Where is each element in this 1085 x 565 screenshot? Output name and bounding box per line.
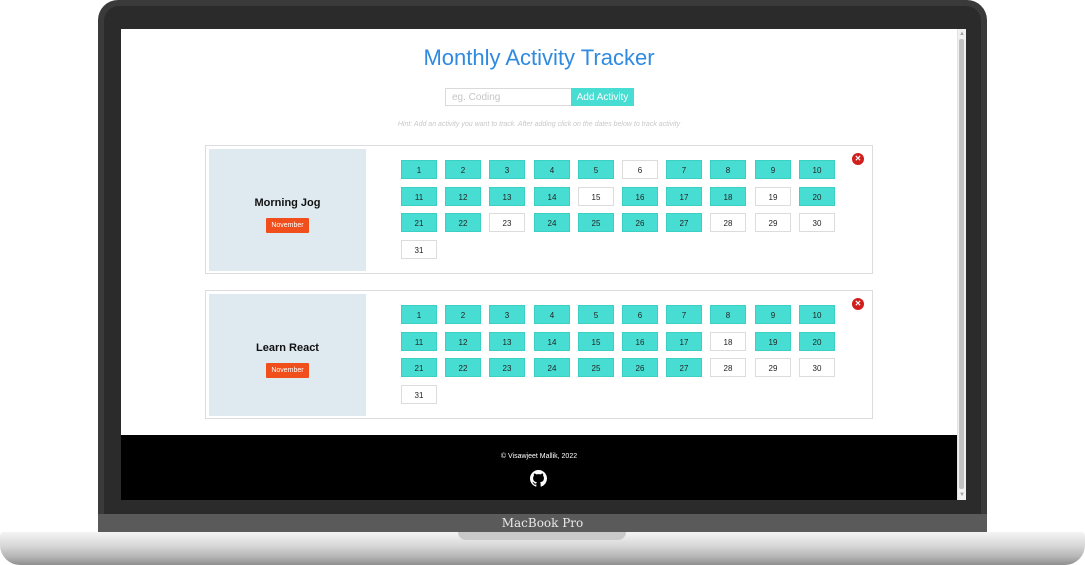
day-cell[interactable]: 6 bbox=[622, 160, 658, 179]
day-cell[interactable]: 30 bbox=[799, 358, 835, 377]
activity-name: Learn React bbox=[256, 342, 319, 354]
footer: © Visawjeet Mallik, 2022 bbox=[121, 435, 957, 500]
day-cell[interactable]: 27 bbox=[666, 358, 702, 377]
day-cell[interactable]: 16 bbox=[622, 332, 658, 351]
day-cell[interactable]: 11 bbox=[401, 187, 437, 206]
day-cell[interactable]: 16 bbox=[622, 187, 658, 206]
device-brand: MacBook Pro bbox=[501, 516, 584, 530]
day-cell[interactable]: 28 bbox=[710, 213, 746, 232]
day-cell[interactable]: 12 bbox=[445, 332, 481, 351]
day-cell[interactable]: 30 bbox=[799, 213, 835, 232]
hint-text: Hint: Add an activity you want to track.… bbox=[397, 121, 681, 128]
day-cell[interactable]: 5 bbox=[578, 305, 614, 324]
day-cell[interactable]: 3 bbox=[489, 305, 525, 324]
browser-viewport: Monthly Activity Tracker Add Activity Hi… bbox=[121, 29, 966, 500]
activity-card-learn-react: Learn React November 1 2 3 4 5 6 7 8 9 10 11 12 13 14… bbox=[205, 290, 873, 419]
day-cell[interactable]: 31 bbox=[401, 240, 437, 259]
day-cell[interactable]: 2 bbox=[445, 305, 481, 324]
activity-info-panel: Learn React November bbox=[209, 294, 366, 416]
day-cell[interactable]: 17 bbox=[666, 332, 702, 351]
day-cell[interactable]: 5 bbox=[578, 160, 614, 179]
day-cell[interactable]: 20 bbox=[799, 187, 835, 206]
day-cell[interactable]: 25 bbox=[578, 213, 614, 232]
add-activity-button[interactable]: Add Activity bbox=[571, 88, 634, 106]
day-cell[interactable]: 13 bbox=[489, 332, 525, 351]
day-cell[interactable]: 23 bbox=[489, 213, 525, 232]
add-activity-form: Add Activity bbox=[445, 88, 634, 106]
day-cell[interactable]: 18 bbox=[710, 187, 746, 206]
day-cell[interactable]: 1 bbox=[401, 305, 437, 324]
day-cell[interactable]: 29 bbox=[755, 213, 791, 232]
day-cell[interactable]: 3 bbox=[489, 160, 525, 179]
laptop-base: MacBook Pro bbox=[0, 514, 1085, 565]
day-cell[interactable]: 22 bbox=[445, 358, 481, 377]
day-cell[interactable]: 15 bbox=[578, 332, 614, 351]
day-cell[interactable]: 25 bbox=[578, 358, 614, 377]
day-cell[interactable]: 15 bbox=[578, 187, 614, 206]
day-cell[interactable]: 10 bbox=[799, 305, 835, 324]
copyright-text: © Visawjeet Mallik, 2022 bbox=[500, 453, 578, 460]
day-cell[interactable]: 11 bbox=[401, 332, 437, 351]
day-cell[interactable]: 4 bbox=[534, 305, 570, 324]
day-cell[interactable]: 6 bbox=[622, 305, 658, 324]
day-cell[interactable]: 8 bbox=[710, 160, 746, 179]
day-cell[interactable]: 8 bbox=[710, 305, 746, 324]
day-cell[interactable]: 18 bbox=[710, 332, 746, 351]
page-content: Monthly Activity Tracker Add Activity Hi… bbox=[121, 29, 957, 500]
day-cell[interactable]: 29 bbox=[755, 358, 791, 377]
day-cell[interactable]: 24 bbox=[534, 213, 570, 232]
day-cell[interactable]: 13 bbox=[489, 187, 525, 206]
day-cell[interactable]: 4 bbox=[534, 160, 570, 179]
day-cell[interactable]: 24 bbox=[534, 358, 570, 377]
day-cell[interactable]: 19 bbox=[755, 332, 791, 351]
day-cell[interactable]: 31 bbox=[401, 385, 437, 404]
scrollbar[interactable]: ▲ ▼ bbox=[957, 29, 966, 500]
day-cell[interactable]: 9 bbox=[755, 305, 791, 324]
day-cell[interactable]: 9 bbox=[755, 160, 791, 179]
day-cell[interactable]: 21 bbox=[401, 358, 437, 377]
day-cell[interactable]: 10 bbox=[799, 160, 835, 179]
day-cell[interactable]: 26 bbox=[622, 358, 658, 377]
day-cell[interactable]: 20 bbox=[799, 332, 835, 351]
month-badge: November bbox=[266, 218, 309, 233]
activity-info-panel: Morning Jog November bbox=[209, 149, 366, 271]
activity-input[interactable] bbox=[445, 88, 571, 106]
scroll-up-icon[interactable]: ▲ bbox=[958, 29, 966, 39]
page-title: Monthly Activity Tracker bbox=[423, 45, 655, 70]
day-cell[interactable]: 28 bbox=[710, 358, 746, 377]
activity-name: Morning Jog bbox=[254, 197, 321, 209]
activity-card-morning-jog: Morning Jog November 1 2 3 4 5 6 7 8 9 10 11 12 13 14… bbox=[205, 145, 873, 274]
day-cell[interactable]: 7 bbox=[666, 160, 702, 179]
scroll-thumb[interactable] bbox=[959, 39, 964, 489]
day-cell[interactable]: 19 bbox=[755, 187, 791, 206]
day-cell[interactable]: 1 bbox=[401, 160, 437, 179]
github-icon[interactable] bbox=[530, 470, 547, 487]
day-cell[interactable]: 22 bbox=[445, 213, 481, 232]
day-cell[interactable]: 26 bbox=[622, 213, 658, 232]
day-cell[interactable]: 2 bbox=[445, 160, 481, 179]
day-cell[interactable]: 7 bbox=[666, 305, 702, 324]
day-cell[interactable]: 17 bbox=[666, 187, 702, 206]
delete-icon[interactable]: ✕ bbox=[852, 298, 864, 310]
day-cell[interactable]: 27 bbox=[666, 213, 702, 232]
day-cell[interactable]: 21 bbox=[401, 213, 437, 232]
scroll-down-icon[interactable]: ▼ bbox=[958, 490, 966, 500]
delete-icon[interactable]: ✕ bbox=[852, 153, 864, 165]
laptop-notch bbox=[458, 532, 626, 540]
month-badge: November bbox=[266, 363, 309, 378]
day-cell[interactable]: 14 bbox=[534, 187, 570, 206]
day-cell[interactable]: 23 bbox=[489, 358, 525, 377]
day-cell[interactable]: 12 bbox=[445, 187, 481, 206]
day-cell[interactable]: 14 bbox=[534, 332, 570, 351]
